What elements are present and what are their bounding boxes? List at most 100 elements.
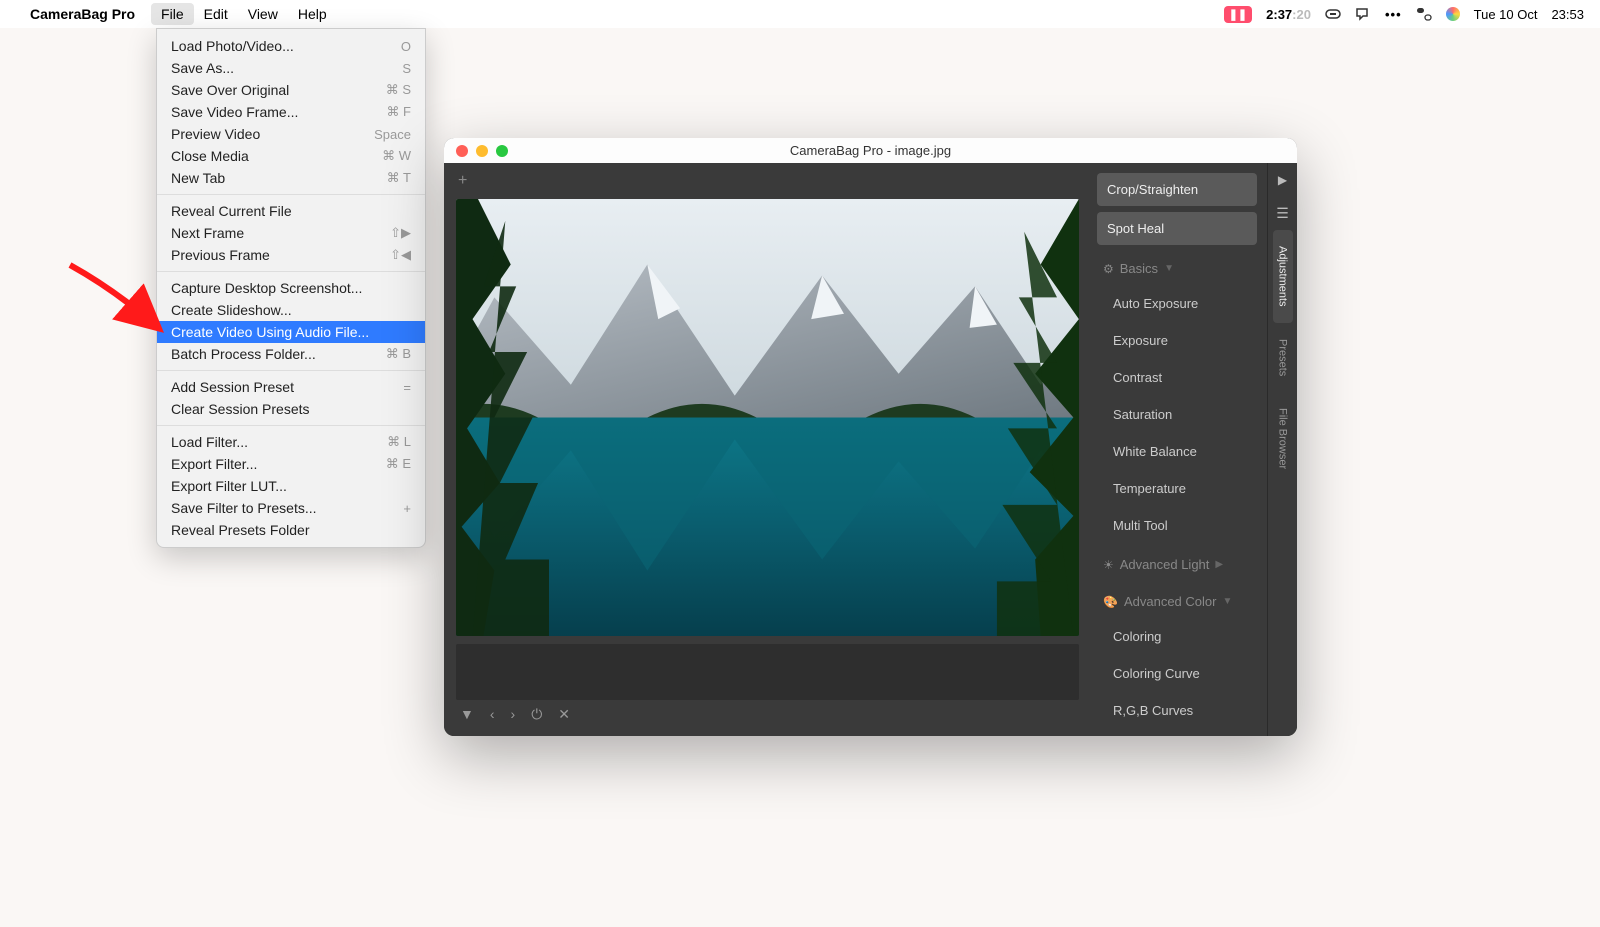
menu-item-create-slideshow[interactable]: Create Slideshow... xyxy=(157,299,425,321)
adjust-exposure[interactable]: Exposure xyxy=(1097,325,1257,356)
menu-item-reveal-presets-folder[interactable]: Reveal Presets Folder xyxy=(157,519,425,541)
menu-item-save-video-frame[interactable]: Save Video Frame...⌘ F xyxy=(157,101,425,123)
menu-item-save-as[interactable]: Save As...S xyxy=(157,57,425,79)
menu-item-label: Reveal Presets Folder xyxy=(171,522,310,538)
menu-item-label: Save Filter to Presets... xyxy=(171,500,317,516)
image-viewport[interactable] xyxy=(456,199,1079,636)
menu-item-label: Clear Session Presets xyxy=(171,401,310,417)
menu-edit[interactable]: Edit xyxy=(194,3,238,25)
vtab-presets[interactable]: Presets xyxy=(1273,323,1293,392)
recording-timer: 2:37:20 xyxy=(1266,7,1311,22)
siri-icon[interactable] xyxy=(1446,7,1460,21)
window-close-button[interactable] xyxy=(456,145,468,157)
menu-item-shortcut: ⇧▶ xyxy=(390,225,411,241)
menubar-more-icon[interactable]: ••• xyxy=(1385,7,1402,22)
palette-icon: 🎨 xyxy=(1103,595,1118,609)
control-center-icon[interactable] xyxy=(1416,6,1432,22)
adjust-auto-exposure[interactable]: Auto Exposure xyxy=(1097,288,1257,319)
adjustments-panel: Crop/Straighten Spot Heal ⚙ Basics ▼ Auto Exp… xyxy=(1091,163,1267,736)
menu-item-label: Create Slideshow... xyxy=(171,302,292,318)
menu-item-shortcut: ⇧◀ xyxy=(390,247,411,263)
section-advanced-light[interactable]: ☀ Advanced Light ▶ xyxy=(1097,547,1257,578)
next-button[interactable]: › xyxy=(511,706,516,722)
adjust-multi-tool[interactable]: Multi Tool xyxy=(1097,510,1257,541)
adjust-r-g-b-curves[interactable]: R,G,B Curves xyxy=(1097,695,1257,726)
thumbnail-strip[interactable] xyxy=(456,644,1079,700)
macos-menubar: CameraBag Pro FileEditViewHelp ❚❚ 2:37:2… xyxy=(0,0,1600,28)
menu-item-next-frame[interactable]: Next Frame⇧▶ xyxy=(157,222,425,244)
spot-heal-button[interactable]: Spot Heal xyxy=(1097,212,1257,245)
section-title: Advanced Light xyxy=(1120,557,1210,572)
menu-view[interactable]: View xyxy=(238,3,288,25)
menu-item-label: Reveal Current File xyxy=(171,203,292,219)
adjust-temperature[interactable]: Temperature xyxy=(1097,473,1257,504)
adjust-contrast[interactable]: Contrast xyxy=(1097,362,1257,393)
panel-play-icon[interactable]: ▶ xyxy=(1278,173,1287,187)
menu-item-label: Export Filter... xyxy=(171,456,257,472)
menu-item-preview-video[interactable]: Preview VideoSpace xyxy=(157,123,425,145)
menu-item-save-filter-to-presets[interactable]: Save Filter to Presets...+ xyxy=(157,497,425,519)
canvas-area: + xyxy=(444,163,1091,736)
menu-item-capture-desktop-screenshot[interactable]: Capture Desktop Screenshot... xyxy=(157,277,425,299)
section-advanced-color[interactable]: 🎨 Advanced Color ▼ xyxy=(1097,584,1257,615)
menu-item-load-photo-video[interactable]: Load Photo/Video...O xyxy=(157,35,425,57)
sliders-icon: ⚙ xyxy=(1103,262,1114,276)
app-name[interactable]: CameraBag Pro xyxy=(30,6,135,22)
menu-item-label: Preview Video xyxy=(171,126,260,142)
close-icon[interactable]: ✕ xyxy=(558,706,570,723)
crop-straighten-button[interactable]: Crop/Straighten xyxy=(1097,173,1257,206)
menu-item-export-filter-lut[interactable]: Export Filter LUT... xyxy=(157,475,425,497)
window-zoom-button[interactable] xyxy=(496,145,508,157)
adjust-coloring[interactable]: Coloring xyxy=(1097,621,1257,652)
menu-item-label: Close Media xyxy=(171,148,249,164)
menu-item-load-filter[interactable]: Load Filter...⌘ L xyxy=(157,431,425,453)
menu-item-shortcut: ⌘ E xyxy=(386,456,411,472)
app-window: CameraBag Pro - image.jpg + xyxy=(444,138,1297,736)
section-basics[interactable]: ⚙Basics▼ xyxy=(1097,251,1257,282)
adjust-white-balance[interactable]: White Balance xyxy=(1097,436,1257,467)
adjust-saturation[interactable]: Saturation xyxy=(1097,399,1257,430)
vtab-adjustments[interactable]: Adjustments xyxy=(1273,230,1293,323)
menu-item-shortcut: S xyxy=(402,61,411,76)
window-titlebar[interactable]: CameraBag Pro - image.jpg xyxy=(444,138,1297,163)
menu-item-reveal-current-file[interactable]: Reveal Current File xyxy=(157,200,425,222)
panel-menu-icon[interactable]: ☰ xyxy=(1276,205,1289,222)
adjust-coloring-curve[interactable]: Coloring Curve xyxy=(1097,658,1257,689)
menu-file[interactable]: File xyxy=(151,3,194,25)
menu-item-close-media[interactable]: Close Media⌘ W xyxy=(157,145,425,167)
menu-item-shortcut: = xyxy=(403,380,411,395)
collapse-icon[interactable]: ▼ xyxy=(460,706,474,722)
add-tab-button[interactable]: + xyxy=(458,172,467,190)
menu-item-create-video-using-audio-file[interactable]: Create Video Using Audio File... xyxy=(157,321,425,343)
menu-item-shortcut: ⌘ L xyxy=(387,434,411,450)
sun-icon: ☀ xyxy=(1103,558,1114,572)
bottom-controls: ▼ ‹ › ⏻ ✕ xyxy=(456,700,1079,728)
menubar-time[interactable]: 23:53 xyxy=(1551,7,1584,22)
menu-item-label: Save Over Original xyxy=(171,82,289,98)
tab-strip: + xyxy=(456,171,1079,191)
menubar-icon-2[interactable] xyxy=(1355,6,1371,22)
menubar-date[interactable]: Tue 10 Oct xyxy=(1474,7,1538,22)
menu-item-clear-session-presets[interactable]: Clear Session Presets xyxy=(157,398,425,420)
section-title: Basics xyxy=(1120,261,1158,276)
menu-help[interactable]: Help xyxy=(288,3,337,25)
menu-item-shortcut: ⌘ B xyxy=(386,346,411,362)
pause-icon[interactable]: ❚❚ xyxy=(1224,6,1252,23)
file-menu-dropdown: Load Photo/Video...OSave As...SSave Over… xyxy=(156,28,426,548)
power-icon[interactable]: ⏻ xyxy=(531,706,542,723)
menu-item-previous-frame[interactable]: Previous Frame⇧◀ xyxy=(157,244,425,266)
section-title: Advanced Color xyxy=(1124,594,1217,609)
menu-item-save-over-original[interactable]: Save Over Original⌘ S xyxy=(157,79,425,101)
vtab-file-browser[interactable]: File Browser xyxy=(1273,392,1293,485)
menu-item-export-filter[interactable]: Export Filter... ⌘ E xyxy=(157,453,425,475)
menu-item-add-session-preset[interactable]: Add Session Preset= xyxy=(157,376,425,398)
chevron-icon: ▼ xyxy=(1222,596,1232,607)
menu-item-batch-process-folder[interactable]: Batch Process Folder... ⌘ B xyxy=(157,343,425,365)
menu-item-shortcut: ⌘ T xyxy=(387,170,411,186)
prev-button[interactable]: ‹ xyxy=(490,706,495,722)
chevron-icon: ▶ xyxy=(1215,559,1223,570)
window-minimize-button[interactable] xyxy=(476,145,488,157)
menubar-icon-1[interactable] xyxy=(1325,6,1341,22)
menu-item-new-tab[interactable]: New Tab⌘ T xyxy=(157,167,425,189)
menu-item-label: Batch Process Folder... xyxy=(171,346,316,362)
